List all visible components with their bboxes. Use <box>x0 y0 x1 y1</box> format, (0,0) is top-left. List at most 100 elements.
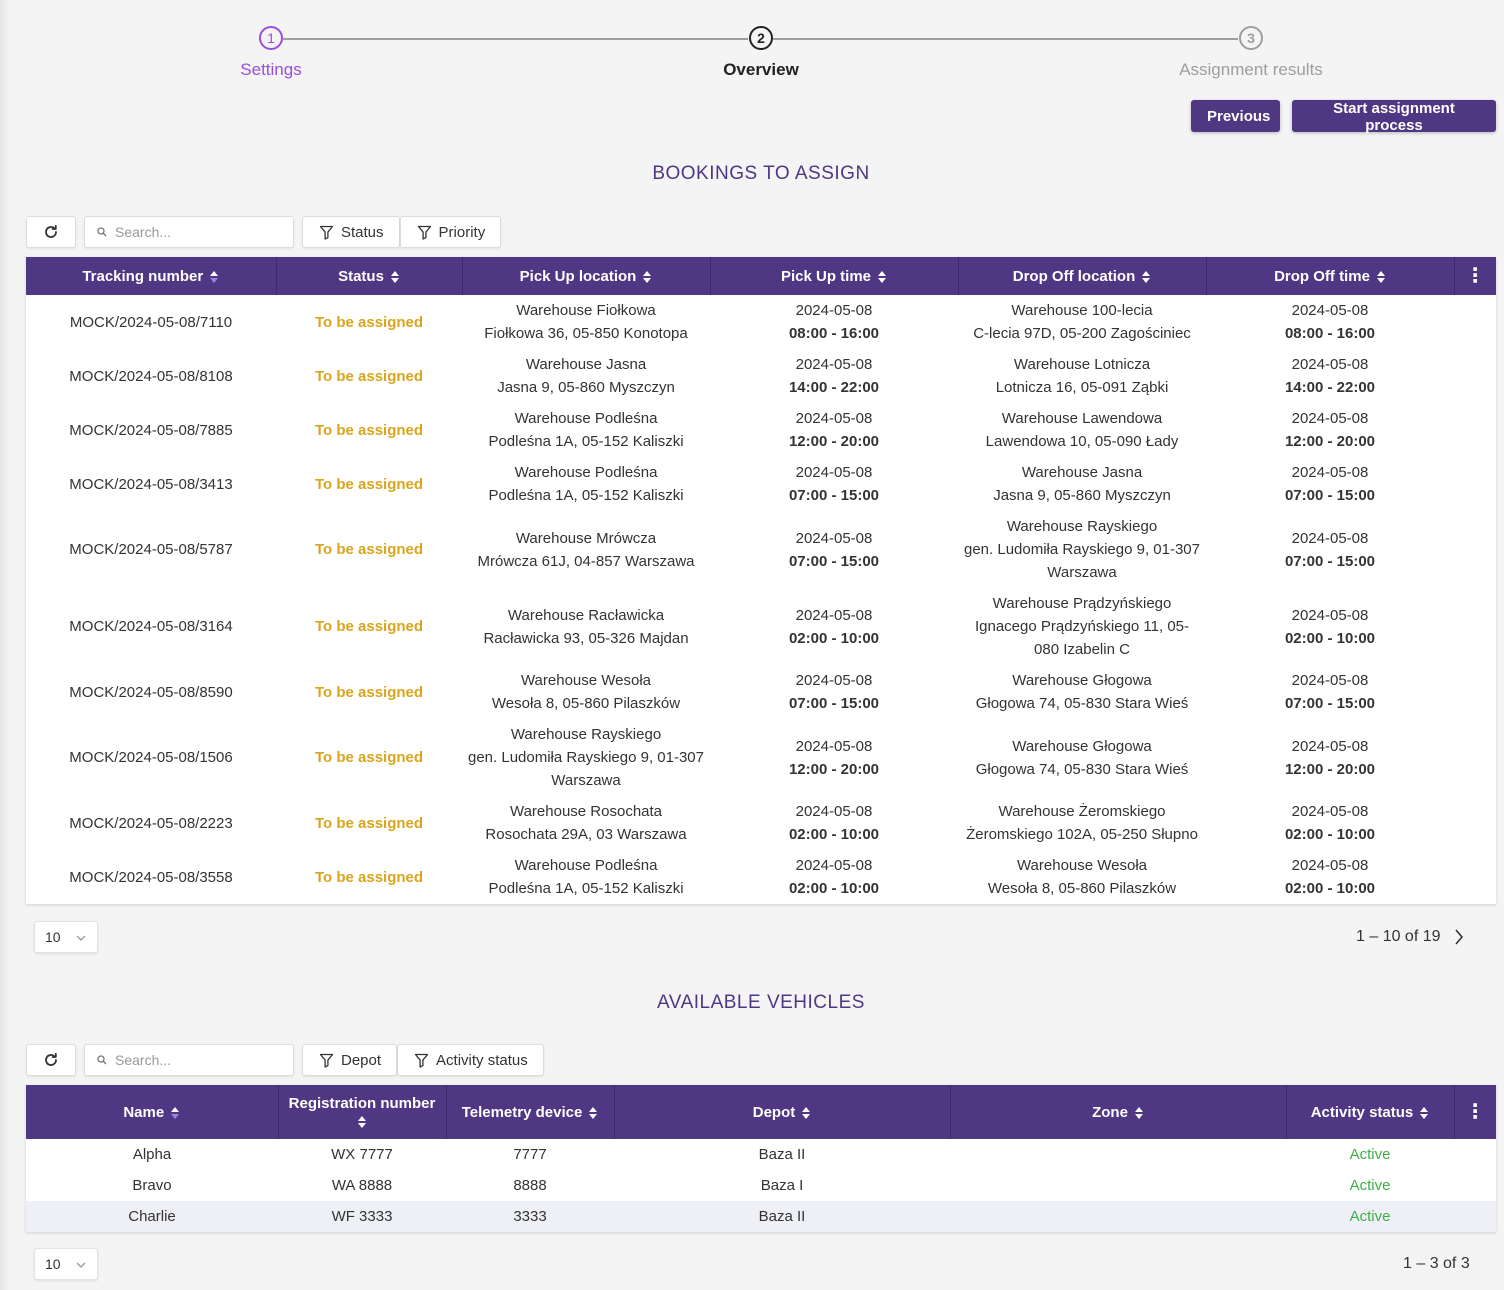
column-header-label: Pick Up location <box>519 267 637 285</box>
column-header-tracking-number[interactable]: Tracking number <box>26 257 277 295</box>
bookings-page-size-select[interactable]: 10 <box>34 921 98 953</box>
pickup-time-window: 07:00 - 15:00 <box>788 552 880 570</box>
column-menu-button[interactable]: ⋮ <box>1454 1085 1496 1139</box>
next-page-button[interactable] <box>1453 928 1465 951</box>
previous-button[interactable]: Previous <box>1191 100 1280 132</box>
column-header-status[interactable]: Status <box>276 257 463 295</box>
dropoff-location-cell: Warehouse Rayskiego gen. Ludomiła Rayskie… <box>958 511 1206 588</box>
depot-cell: Baza I <box>760 1177 804 1194</box>
table-row[interactable]: MOCK/2024-05-08/3558 To be assigned Wareho… <box>26 850 1496 904</box>
column-header-name[interactable]: Name <box>26 1085 279 1139</box>
pickup-location-address: Fiołkowa 36, 05-850 Konotopa <box>484 325 688 342</box>
bookings-page-info: 1 – 10 of 19 <box>1356 928 1441 945</box>
sort-ascending-icon[interactable] <box>209 270 219 284</box>
table-row[interactable]: MOCK/2024-05-08/7885 To be assigned Wareho… <box>26 403 1496 457</box>
search-icon <box>97 1055 107 1065</box>
sort-icon[interactable] <box>390 270 400 284</box>
bookings-table: Tracking number Status Pick Up location … <box>26 257 1496 904</box>
column-header-activity-status[interactable]: Activity status <box>1286 1085 1455 1139</box>
search-input[interactable]: Search... <box>84 1044 294 1076</box>
sort-ascending-icon[interactable] <box>170 1106 180 1120</box>
sort-icon[interactable] <box>801 1106 811 1120</box>
table-row[interactable]: Bravo WA 8888 8888 Baza I Active <box>26 1170 1496 1201</box>
sort-icon[interactable] <box>1419 1106 1429 1120</box>
column-header-depot[interactable]: Depot <box>614 1085 951 1139</box>
pickup-location-name: Warehouse Wesoła <box>520 672 652 689</box>
dropoff-date: 2024-05-08 <box>1291 302 1369 319</box>
column-header-dropoff-time[interactable]: Drop Off time <box>1206 257 1455 295</box>
sort-icon[interactable] <box>877 270 887 284</box>
sort-icon[interactable] <box>357 1115 367 1129</box>
pickup-time-cell: 2024-05-08 14:00 - 22:00 <box>710 349 958 403</box>
pickup-location-cell: Warehouse Rosochata Rosochata 29A, 03 War… <box>462 796 710 850</box>
pickup-date: 2024-05-08 <box>795 464 873 481</box>
activity-status-cell: Active <box>1349 1177 1391 1194</box>
status-filter-button[interactable]: Status <box>302 216 400 248</box>
step-overview[interactable]: 2 Overview <box>641 26 881 80</box>
dropoff-time-cell: 2024-05-08 08:00 - 16:00 <box>1206 295 1454 349</box>
table-row[interactable]: MOCK/2024-05-08/7110 To be assigned Wareho… <box>26 295 1496 349</box>
refresh-button[interactable] <box>26 216 76 248</box>
column-header-pickup-time[interactable]: Pick Up time <box>710 257 959 295</box>
table-row[interactable]: Charlie WF 3333 3333 Baza II Active <box>26 1201 1496 1232</box>
depot-cell: Baza II <box>758 1146 806 1163</box>
column-menu-button[interactable]: ⋮ <box>1454 257 1496 295</box>
tracking-number-cell: MOCK/2024-05-08/3164 <box>69 618 233 635</box>
step-settings[interactable]: 1 Settings <box>151 26 391 80</box>
column-header-zone[interactable]: Zone <box>950 1085 1287 1139</box>
dropoff-location-cell: Warehouse Żeromskiego Żeromskiego 102A, 0… <box>958 796 1206 850</box>
column-header-registration-number[interactable]: Registration number <box>278 1085 447 1139</box>
dropoff-time-window: 07:00 - 15:00 <box>1284 695 1376 712</box>
pickup-time-window: 14:00 - 22:00 <box>788 379 880 396</box>
registration-number-cell: WX 7777 <box>331 1146 393 1163</box>
pickup-date: 2024-05-08 <box>795 857 873 874</box>
telemetry-device-cell: 8888 <box>513 1177 547 1194</box>
vehicles-page-size-select[interactable]: 10 <box>34 1248 98 1280</box>
table-row[interactable]: MOCK/2024-05-08/3413 To be assigned Wareho… <box>26 457 1496 511</box>
pickup-location-name: Warehouse Jasna <box>525 356 647 373</box>
search-placeholder: Search... <box>115 224 172 240</box>
pickup-location-address: Podleśna 1A, 05-152 Kaliszki <box>488 433 684 450</box>
search-input[interactable]: Search... <box>84 216 294 248</box>
table-row[interactable]: MOCK/2024-05-08/5787 To be assigned Wareho… <box>26 511 1496 588</box>
table-row[interactable]: Alpha WX 7777 7777 Baza II Active <box>26 1139 1496 1170</box>
column-header-pickup-location[interactable]: Pick Up location <box>462 257 711 295</box>
dropoff-location-address: Głogowa 74, 05-830 Stara Wieś <box>975 695 1189 712</box>
zone-cell <box>950 1170 1286 1201</box>
pickup-location-name: Warehouse Rayskiego <box>510 726 662 743</box>
bookings-section-title: BOOKINGS TO ASSIGN <box>652 163 870 184</box>
table-row[interactable]: MOCK/2024-05-08/1506 To be assigned Wareho… <box>26 719 1496 796</box>
table-row[interactable]: MOCK/2024-05-08/3164 To be assigned Wareho… <box>26 588 1496 665</box>
sort-icon[interactable] <box>1141 270 1151 284</box>
sort-icon[interactable] <box>588 1106 598 1120</box>
sort-icon[interactable] <box>642 270 652 284</box>
step-label: Overview <box>723 60 799 79</box>
column-header-label: Tracking number <box>82 267 204 285</box>
pickup-date: 2024-05-08 <box>795 356 873 373</box>
vehicles-toolbar: Search... Depot Activity status <box>26 1044 544 1076</box>
dropoff-location-address: Głogowa 74, 05-830 Stara Wieś <box>975 760 1189 778</box>
tracking-number-cell: MOCK/2024-05-08/8108 <box>69 367 233 385</box>
tracking-number-cell: MOCK/2024-05-08/7885 <box>69 421 233 439</box>
table-row[interactable]: MOCK/2024-05-08/8108 To be assigned Wareho… <box>26 349 1496 403</box>
priority-filter-button[interactable]: Priority <box>399 216 502 248</box>
vehicles-table-body: Alpha WX 7777 7777 Baza II Active Bravo WA 888… <box>26 1139 1496 1232</box>
depot-filter-button[interactable]: Depot <box>302 1044 398 1076</box>
column-header-dropoff-location[interactable]: Drop Off location <box>958 257 1207 295</box>
activity-status-filter-button[interactable]: Activity status <box>397 1044 544 1076</box>
table-row[interactable]: MOCK/2024-05-08/8590 To be assigned Wareho… <box>26 665 1496 719</box>
dropoff-time-window: 12:00 - 20:00 <box>1284 433 1376 450</box>
column-header-telemetry-device[interactable]: Telemetry device <box>446 1085 615 1139</box>
sort-icon[interactable] <box>1376 270 1386 284</box>
step-assignment-results[interactable]: 3 Assignment results <box>1131 26 1371 80</box>
dropoff-location-address: Lawendowa 10, 05-090 Łady <box>985 433 1179 450</box>
pickup-time-window: 02:00 - 10:00 <box>788 629 880 647</box>
row-actions-cell <box>1454 850 1496 904</box>
start-assignment-button[interactable]: Start assignment process <box>1292 100 1496 134</box>
dropoff-time-window: 07:00 - 15:00 <box>1284 487 1376 504</box>
table-row[interactable]: MOCK/2024-05-08/2223 To be assigned Wareho… <box>26 796 1496 850</box>
sort-icon[interactable] <box>1134 1106 1144 1120</box>
refresh-button[interactable] <box>26 1044 76 1076</box>
pickup-location-cell: Warehouse Fiołkowa Fiołkowa 36, 05-850 Ko… <box>462 295 710 349</box>
row-actions-cell <box>1454 1139 1496 1170</box>
